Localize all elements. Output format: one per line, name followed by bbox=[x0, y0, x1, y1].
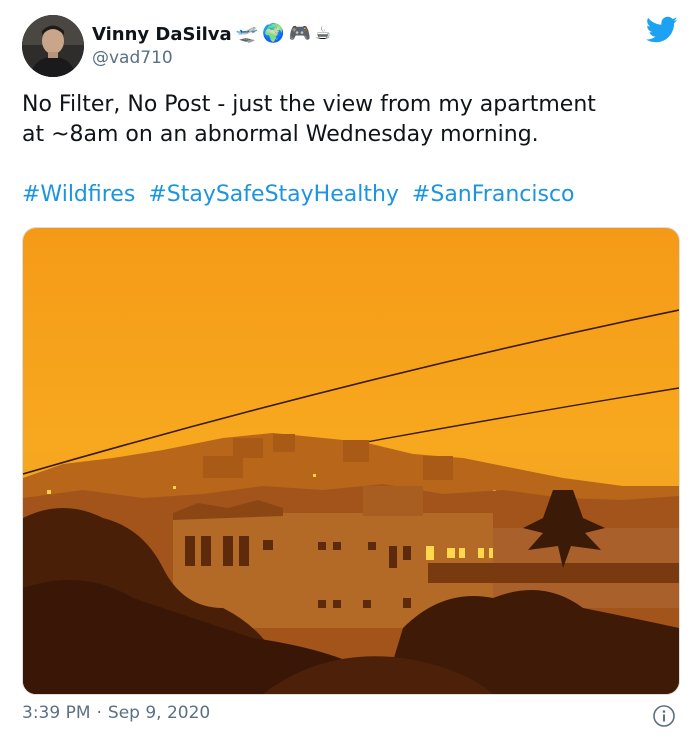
gamepad-emoji-icon: 🎮 bbox=[288, 23, 311, 44]
tweet-timestamp[interactable]: 3:39 PM · Sep 9, 2020 bbox=[22, 703, 210, 723]
timestamp-separator: · bbox=[96, 703, 102, 723]
orange-sky-cityscape-image bbox=[23, 228, 679, 694]
author-row: Vinny DaSilva 🛫 🌍 🎮 ☕ bbox=[92, 20, 331, 48]
display-name[interactable]: Vinny DaSilva bbox=[92, 24, 232, 45]
hashtag-sanfrancisco[interactable]: #SanFrancisco bbox=[412, 182, 575, 207]
tweet-card: Vinny DaSilva 🛫 🌍 🎮 ☕ @vad710 No Filter,… bbox=[0, 0, 690, 738]
coffee-emoji-icon: ☕ bbox=[314, 23, 332, 44]
info-icon[interactable] bbox=[652, 704, 676, 728]
avatar[interactable] bbox=[22, 15, 84, 77]
globe-emoji-icon: 🌍 bbox=[262, 23, 285, 44]
hashtag-staysafestayhealthy[interactable]: #StaySafeStayHealthy bbox=[148, 182, 399, 207]
tweet-time: 3:39 PM bbox=[22, 703, 91, 723]
hashtag-wildfires[interactable]: #Wildfires bbox=[22, 182, 135, 207]
tweet-date: Sep 9, 2020 bbox=[107, 703, 211, 723]
tweet-photo[interactable] bbox=[22, 227, 680, 695]
avatar-image bbox=[22, 15, 84, 77]
tweet-text: No Filter, No Post - just the view from … bbox=[22, 92, 596, 147]
hashtag-list: #Wildfires #StaySafeStayHealthy #SanFran… bbox=[22, 180, 581, 210]
twitter-bird-icon[interactable] bbox=[646, 16, 678, 44]
airplane-emoji-icon: 🛫 bbox=[235, 23, 259, 44]
user-handle[interactable]: @vad710 bbox=[92, 48, 173, 68]
